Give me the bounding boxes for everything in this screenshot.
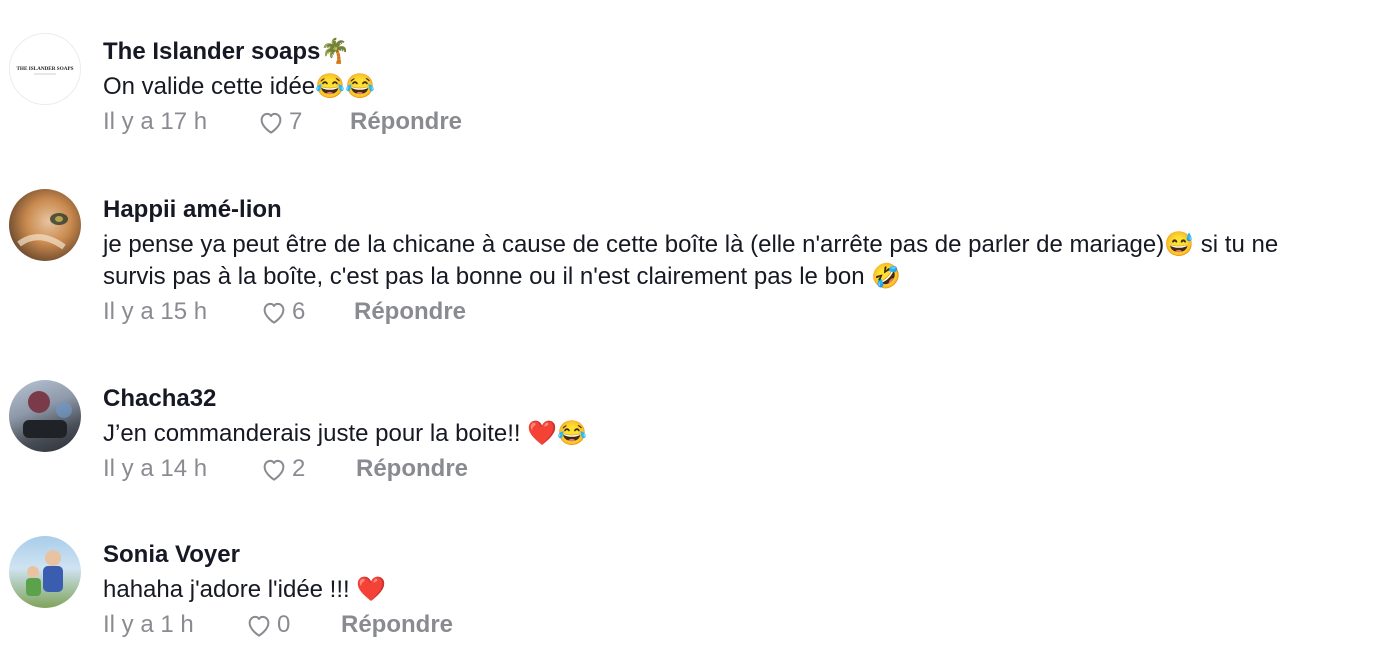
like-button[interactable]: 7 (256, 107, 302, 137)
like-count: 2 (292, 455, 306, 482)
comment-author[interactable]: Happii amé-lion (103, 195, 1398, 225)
heart-outline-icon (263, 459, 285, 481)
avatar[interactable] (9, 189, 81, 261)
heart-outline-icon (263, 302, 285, 324)
comment-text-line: survis pas à la boîte, c'est pas la bonn… (103, 263, 902, 290)
heart-outline-icon (260, 112, 282, 134)
comment-text: hahaha j'adore l'idée !!! ❤️ (103, 576, 387, 603)
comment-meta: Il y a 1 h 0 Répondre (103, 610, 1398, 640)
comment-time: Il y a 1 h (103, 611, 194, 638)
comment-meta: Il y a 17 h 7 Répondre (103, 107, 1398, 137)
comment-body: Chacha32 J’en commanderais juste pour la… (103, 384, 1398, 484)
avatar[interactable]: THE ISLANDER SOAPS (9, 33, 81, 105)
comment-body: Happii amé-lion je pense ya peut être de… (103, 195, 1398, 327)
avatar-logo-text: THE ISLANDER SOAPS (16, 66, 73, 72)
reply-button[interactable]: Répondre (354, 297, 466, 327)
comment-meta: Il y a 15 h 6 Répondre (103, 297, 1398, 327)
avatar[interactable] (9, 380, 81, 452)
avatar[interactable] (9, 536, 81, 608)
like-button[interactable]: 6 (259, 297, 305, 327)
comment-author[interactable]: The Islander soaps🌴 (103, 37, 1398, 67)
comment-time: Il y a 14 h (103, 455, 208, 482)
reply-button[interactable]: Répondre (341, 610, 453, 640)
comment-body: The Islander soaps🌴 On valide cette idée… (103, 37, 1398, 137)
comment-body: Sonia Voyer hahaha j'adore l'idée !!! ❤️… (103, 540, 1398, 640)
comment-time: Il y a 15 h (103, 298, 208, 325)
comment-text-line: je pense ya peut être de la chicane à ca… (103, 231, 1279, 258)
like-count: 7 (289, 108, 303, 135)
comment-time: Il y a 17 h (103, 108, 208, 135)
comment-meta: Il y a 14 h 2 Répondre (103, 454, 1398, 484)
comment-author[interactable]: Chacha32 (103, 384, 1398, 414)
heart-outline-icon (248, 615, 270, 637)
like-count: 0 (277, 611, 291, 638)
like-count: 6 (292, 298, 306, 325)
comment-text: J’en commanderais juste pour la boite!! … (103, 420, 587, 447)
reply-button[interactable]: Répondre (356, 454, 468, 484)
reply-button[interactable]: Répondre (350, 107, 462, 137)
comment-author[interactable]: Sonia Voyer (103, 540, 1398, 570)
like-button[interactable]: 0 (244, 610, 290, 640)
like-button[interactable]: 2 (259, 454, 305, 484)
comment-text: On valide cette idée😂😂 (103, 73, 375, 100)
